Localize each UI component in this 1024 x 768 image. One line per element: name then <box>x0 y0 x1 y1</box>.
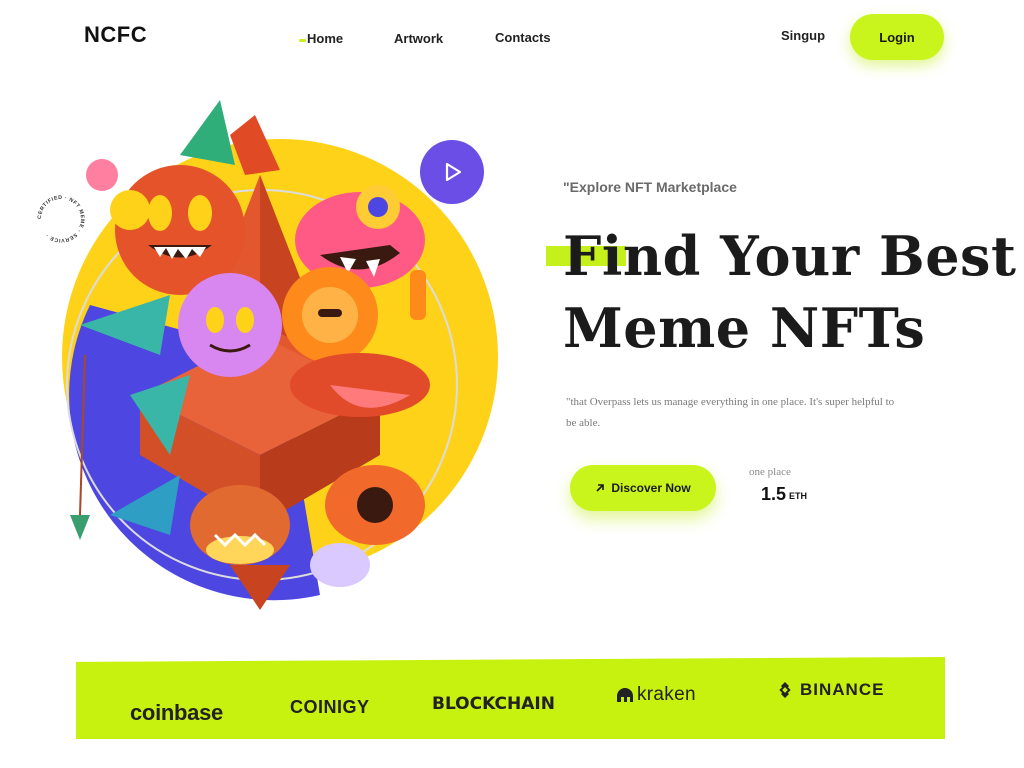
play-icon <box>445 162 462 182</box>
certified-badge: CERTIFIED · NFT MEME · SERVICE · <box>33 191 89 247</box>
binance-wordmark: BINANCE <box>800 680 885 699</box>
coinigy-wordmark: COINIGY <box>290 697 370 717</box>
partner-logo-kraken: kraken <box>616 684 696 706</box>
price-amount: 1.5 <box>761 484 787 504</box>
price-value: 1.5 ETH <box>761 484 807 505</box>
partner-logo-binance: BINANCE <box>776 680 884 700</box>
kraken-logo-icon <box>617 688 633 702</box>
hero-headline: Find Your Best Meme NFTs <box>563 220 1016 364</box>
nav-link-artwork[interactable]: Artwork <box>394 31 443 46</box>
price-caption: one place <box>749 466 791 478</box>
price-unit: ETH <box>789 491 808 501</box>
hero-eyebrow: "Explore NFT Marketplace <box>563 179 737 195</box>
discover-now-label: Discover Now <box>611 481 691 495</box>
login-button[interactable]: Login <box>850 14 944 60</box>
hero-quote: "that Overpass lets us manage everything… <box>566 396 895 429</box>
signup-link[interactable]: Singup <box>781 28 825 43</box>
site-logo[interactable]: NCFC <box>84 22 147 48</box>
discover-now-button[interactable]: Discover Now <box>570 465 716 511</box>
partner-logo-coinbase: coinbase <box>130 700 223 725</box>
badge-ring-text: CERTIFIED · NFT MEME · SERVICE · <box>37 195 85 243</box>
nav-link-contacts[interactable]: Contacts <box>495 30 551 45</box>
partner-logo-blockchain: BLOCKCHAIN <box>432 694 555 714</box>
play-video-button[interactable] <box>420 140 484 204</box>
kraken-wordmark: kraken <box>637 684 696 705</box>
svg-text:CERTIFIED · NFT MEME · SERVICE: CERTIFIED · NFT MEME · SERVICE · <box>37 195 85 243</box>
arrow-up-right-icon <box>596 484 605 492</box>
nav-link-home[interactable]: Home <box>298 31 343 46</box>
partner-logo-coinigy: COINIGY <box>290 697 370 718</box>
binance-logo-icon <box>779 682 791 698</box>
headline-line-2: Meme NFTs <box>563 296 926 360</box>
headline-line-1: Find Your Best <box>563 224 1017 288</box>
